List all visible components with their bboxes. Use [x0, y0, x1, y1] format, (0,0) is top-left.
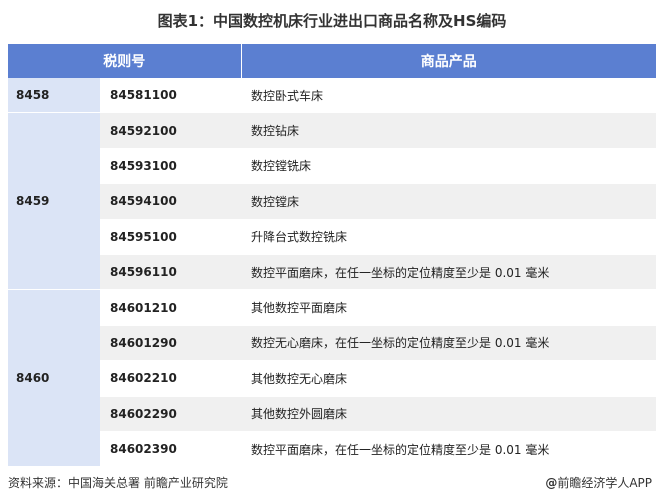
table-row: 84602390 数控平面磨床，在任一坐标的定位精度至少是 0.01 毫米 [8, 431, 656, 468]
table-row: 84602290 其他数控外圆磨床 [8, 396, 656, 432]
product-name: 数控钻床 [241, 112, 656, 149]
hs-code: 84602210 [100, 360, 241, 397]
table-header-row: 税则号 商品产品 [8, 44, 656, 78]
product-name: 其他数控无心磨床 [241, 360, 656, 397]
product-name: 其他数控平面磨床 [241, 289, 656, 326]
hs-code: 84592100 [100, 112, 241, 149]
product-name: 数控平面磨床，在任一坐标的定位精度至少是 0.01 毫米 [241, 254, 656, 291]
brand-credit: @前瞻经济学人APP [545, 474, 652, 491]
product-name: 数控镗铣床 [241, 148, 656, 185]
product-name: 数控镗床 [241, 183, 656, 220]
table-row: 8458 84581100 数控卧式车床 [8, 78, 656, 114]
table-row: 8459 84592100 数控钻床 [8, 112, 656, 291]
product-name: 升降台式数控铣床 [241, 219, 656, 255]
hs-code: 84595100 [100, 219, 241, 255]
chart-title: 图表1：中国数控机床行业进出口商品名称及HS编码 [157, 12, 507, 30]
product-name: 数控无心磨床，在任一坐标的定位精度至少是 0.01 毫米 [241, 325, 656, 362]
table-row: 84601290 数控无心磨床，在任一坐标的定位精度至少是 0.01 毫米 [8, 325, 656, 362]
table-row: 8460 84601210 其他数控平面磨床 [8, 289, 656, 468]
product-name: 数控平面磨床，在任一坐标的定位精度至少是 0.01 毫米 [241, 431, 656, 468]
table-row: 84602210 其他数控无心磨床 [8, 360, 656, 397]
hs-code: 84594100 [100, 183, 241, 220]
table-row: 84595100 升降台式数控铣床 [8, 219, 656, 255]
hs-code: 84601210 [100, 289, 241, 326]
group-code: 8458 [8, 78, 100, 114]
group-code: 8460 [8, 289, 100, 468]
header-product: 商品产品 [241, 44, 656, 78]
source-note: 资料来源：中国海关总署 前瞻产业研究院 [8, 476, 228, 490]
hs-code: 84581100 [100, 78, 241, 114]
product-name: 其他数控外圆磨床 [241, 396, 656, 432]
hs-code: 84602390 [100, 431, 241, 468]
hs-code: 84601290 [100, 325, 241, 362]
hs-code-table: 税则号 商品产品 8458 84581100 数控卧式车床 8459 84592… [8, 44, 656, 468]
header-tariff-number: 税则号 [8, 44, 242, 78]
group-code: 8459 [8, 112, 100, 291]
table-row: 84596110 数控平面磨床，在任一坐标的定位精度至少是 0.01 毫米 [8, 254, 656, 291]
hs-code: 84602290 [100, 396, 241, 432]
table-row: 84594100 数控镗床 [8, 183, 656, 220]
at-icon: @ [545, 476, 558, 490]
table-row: 84593100 数控镗铣床 [8, 148, 656, 185]
hs-code: 84596110 [100, 254, 241, 291]
hs-code: 84593100 [100, 148, 241, 185]
brand-name: 前瞻经济学人APP [557, 476, 652, 490]
product-name: 数控卧式车床 [241, 78, 656, 114]
